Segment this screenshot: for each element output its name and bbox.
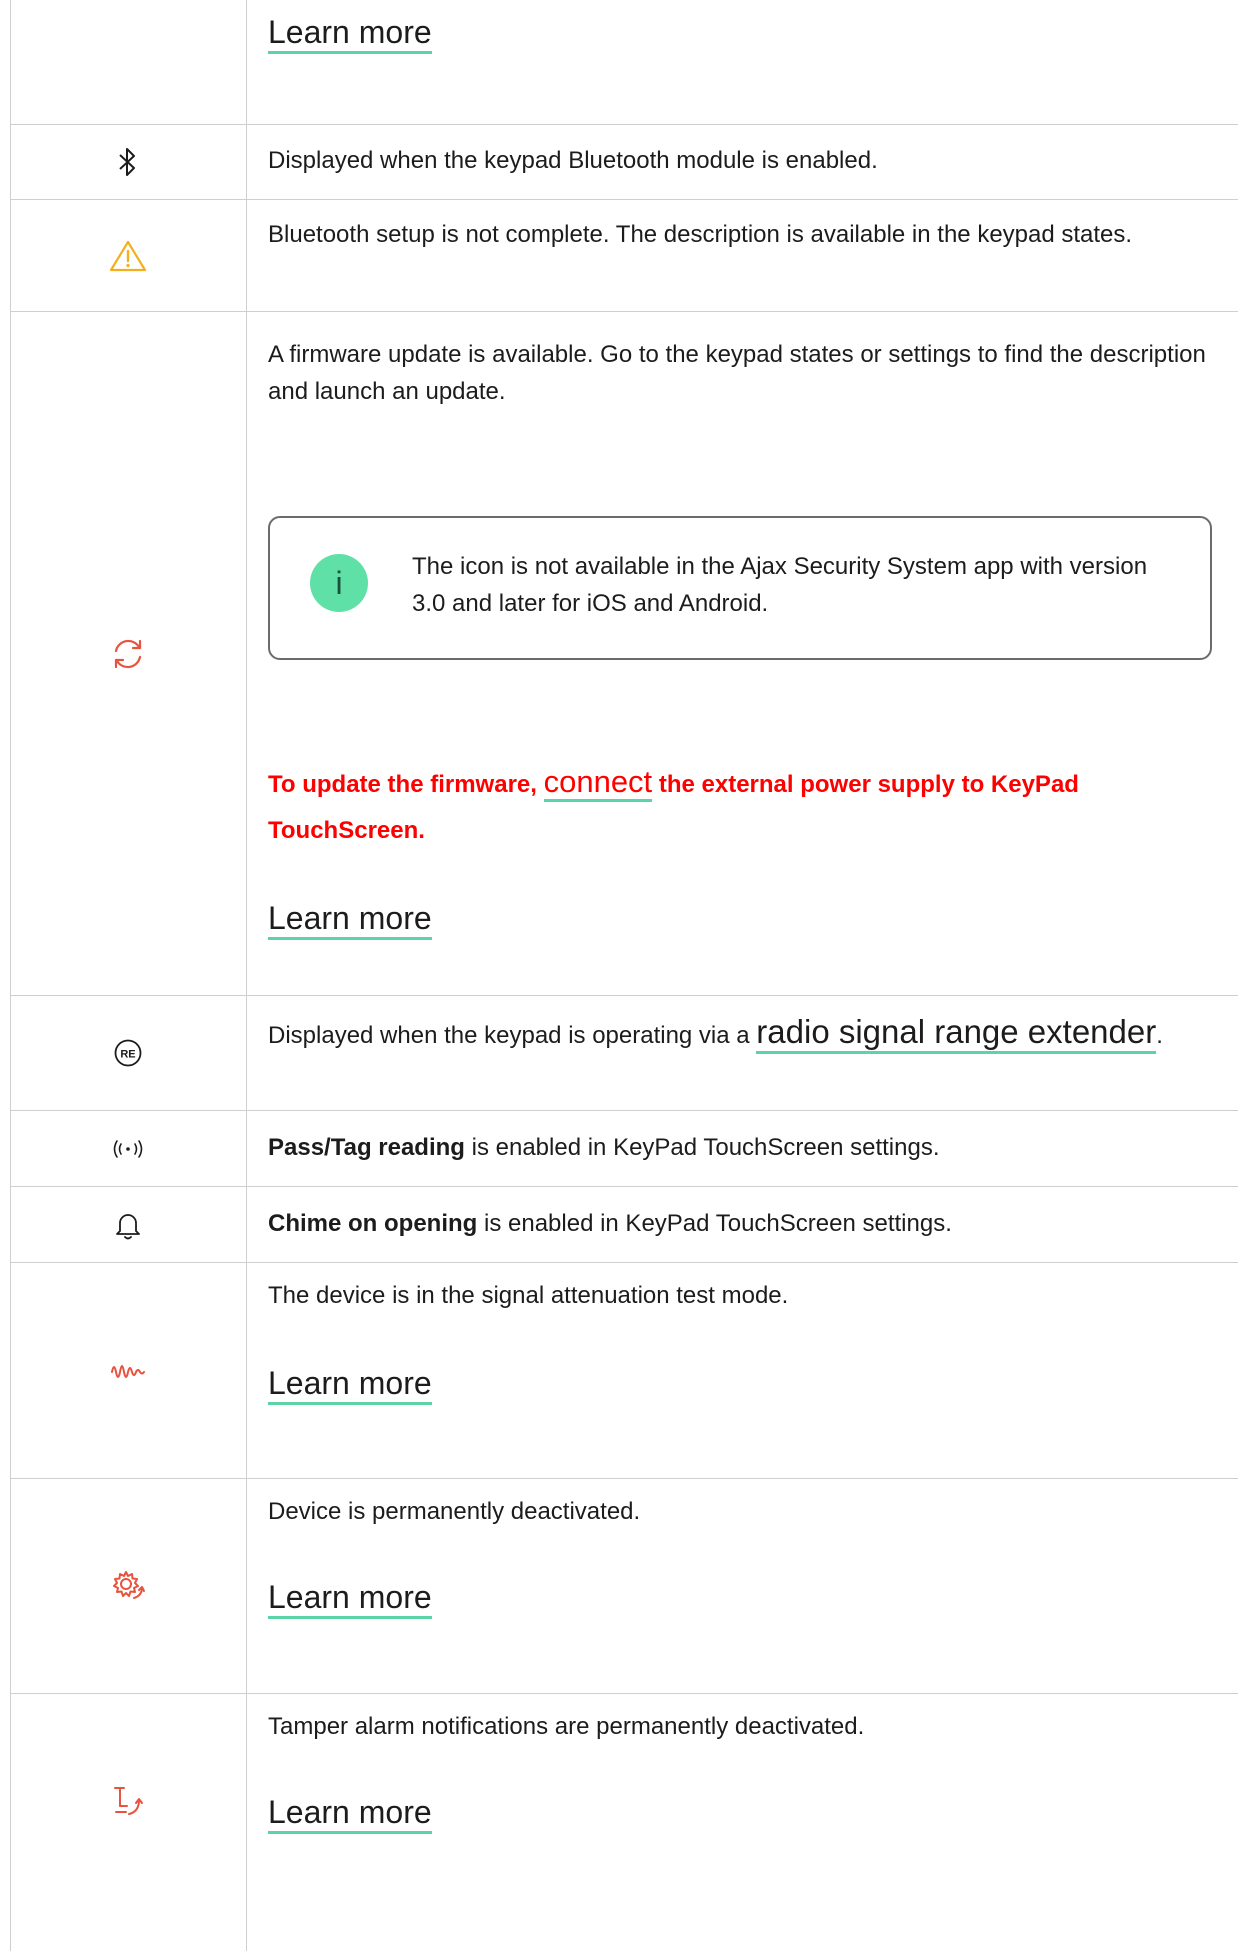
signal-attenuation-icon: [10, 1263, 246, 1478]
row-description: A firmware update is available. Go to th…: [268, 341, 1206, 405]
warning-triangle-icon: [10, 200, 246, 311]
table-row: Displayed when the keypad Bluetooth modu…: [10, 124, 1238, 200]
row-description: Bluetooth setup is not complete. The des…: [268, 221, 1133, 248]
row-description: Displayed when the keypad is operating v…: [268, 1008, 1228, 1064]
learn-more-link[interactable]: Learn more: [268, 1365, 432, 1405]
deactivated-gear-icon: [10, 1479, 246, 1693]
table-row: Pass/Tag reading is enabled in KeyPad To…: [10, 1111, 1238, 1187]
learn-more-link[interactable]: Learn more: [268, 1579, 432, 1619]
table-row: Bluetooth setup is not complete. The des…: [10, 200, 1238, 312]
firmware-update-icon: [10, 312, 246, 995]
table-row: A firmware update is available. Go to th…: [10, 312, 1238, 996]
tamper-deactivated-icon: [10, 1694, 246, 1907]
connect-link[interactable]: connect: [543, 764, 653, 802]
svg-text:RE: RE: [120, 1049, 135, 1061]
bell-icon: [10, 1187, 246, 1262]
learn-more-link[interactable]: Learn more: [268, 900, 432, 940]
row-description: Device is permanently deactivated.: [268, 1498, 641, 1525]
row-description: The device is in the signal attenuation …: [268, 1282, 789, 1309]
row-description: Displayed when the keypad Bluetooth modu…: [268, 147, 878, 174]
table-row: Learn more: [10, 0, 1238, 125]
row-description: Pass/Tag reading is enabled in KeyPad To…: [268, 1134, 940, 1161]
learn-more-link[interactable]: Learn more: [268, 1794, 432, 1834]
table-row: Device is permanently deactivated. Learn…: [10, 1479, 1238, 1694]
pass-tag-reading-icon: [10, 1111, 246, 1186]
table-row: Tamper alarm notifications are permanent…: [10, 1694, 1238, 1951]
table-row: The device is in the signal attenuation …: [10, 1263, 1238, 1479]
firmware-alert-text: To update the firmware, connect the exte…: [268, 764, 1079, 844]
info-note: i The icon is not available in the Ajax …: [268, 516, 1212, 660]
learn-more-link[interactable]: Learn more: [268, 14, 432, 54]
icons-table: Learn more Displayed when the keypad Blu…: [10, 0, 1238, 1951]
bluetooth-icon: [10, 124, 246, 199]
row-description: Chime on opening is enabled in KeyPad To…: [268, 1210, 952, 1237]
range-extender-icon: RE: [10, 996, 246, 1110]
range-extender-link[interactable]: radio signal range extender: [756, 1013, 1157, 1054]
info-note-text: The icon is not available in the Ajax Se…: [412, 553, 1148, 617]
row-description: Tamper alarm notifications are permanent…: [268, 1713, 865, 1740]
table-row: RE Displayed when the keypad is operatin…: [10, 996, 1238, 1111]
table-row: Chime on opening is enabled in KeyPad To…: [10, 1187, 1238, 1263]
info-icon: i: [310, 554, 368, 612]
